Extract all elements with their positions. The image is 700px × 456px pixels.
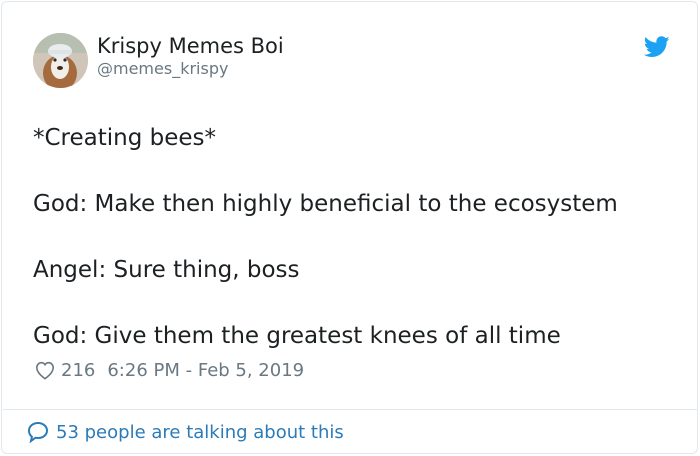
tweet-text-line: Angel: Sure thing, boss xyxy=(33,257,300,283)
tweet-text-line: *Creating bees* xyxy=(33,125,217,151)
handle[interactable]: @memes_krispy xyxy=(97,59,228,79)
tweet-meta: 216 6:26 PM - Feb 5, 2019 xyxy=(34,358,304,382)
timestamp[interactable]: 6:26 PM - Feb 5, 2019 xyxy=(107,360,304,381)
like-count: 216 xyxy=(61,359,96,381)
speech-bubble-icon xyxy=(27,421,49,444)
avatar[interactable] xyxy=(33,33,88,88)
like-button[interactable]: 216 xyxy=(34,360,95,381)
twitter-bird-icon[interactable] xyxy=(643,36,670,58)
heart-icon xyxy=(35,361,55,380)
avatar-image xyxy=(33,33,88,88)
tweet-text-line: God: Make then highly beneficial to the … xyxy=(33,191,618,217)
divider xyxy=(3,409,698,410)
talking-about-link[interactable]: 53 people are talking about this xyxy=(26,420,344,444)
display-name[interactable]: Krispy Memes Boi xyxy=(97,33,284,59)
talking-about-text: 53 people are talking about this xyxy=(56,421,344,443)
tweet-text-line: God: Give them the greatest knees of all… xyxy=(33,323,561,349)
tweet-card: Krispy Memes Boi @memes_krispy *Creating… xyxy=(1,1,698,454)
